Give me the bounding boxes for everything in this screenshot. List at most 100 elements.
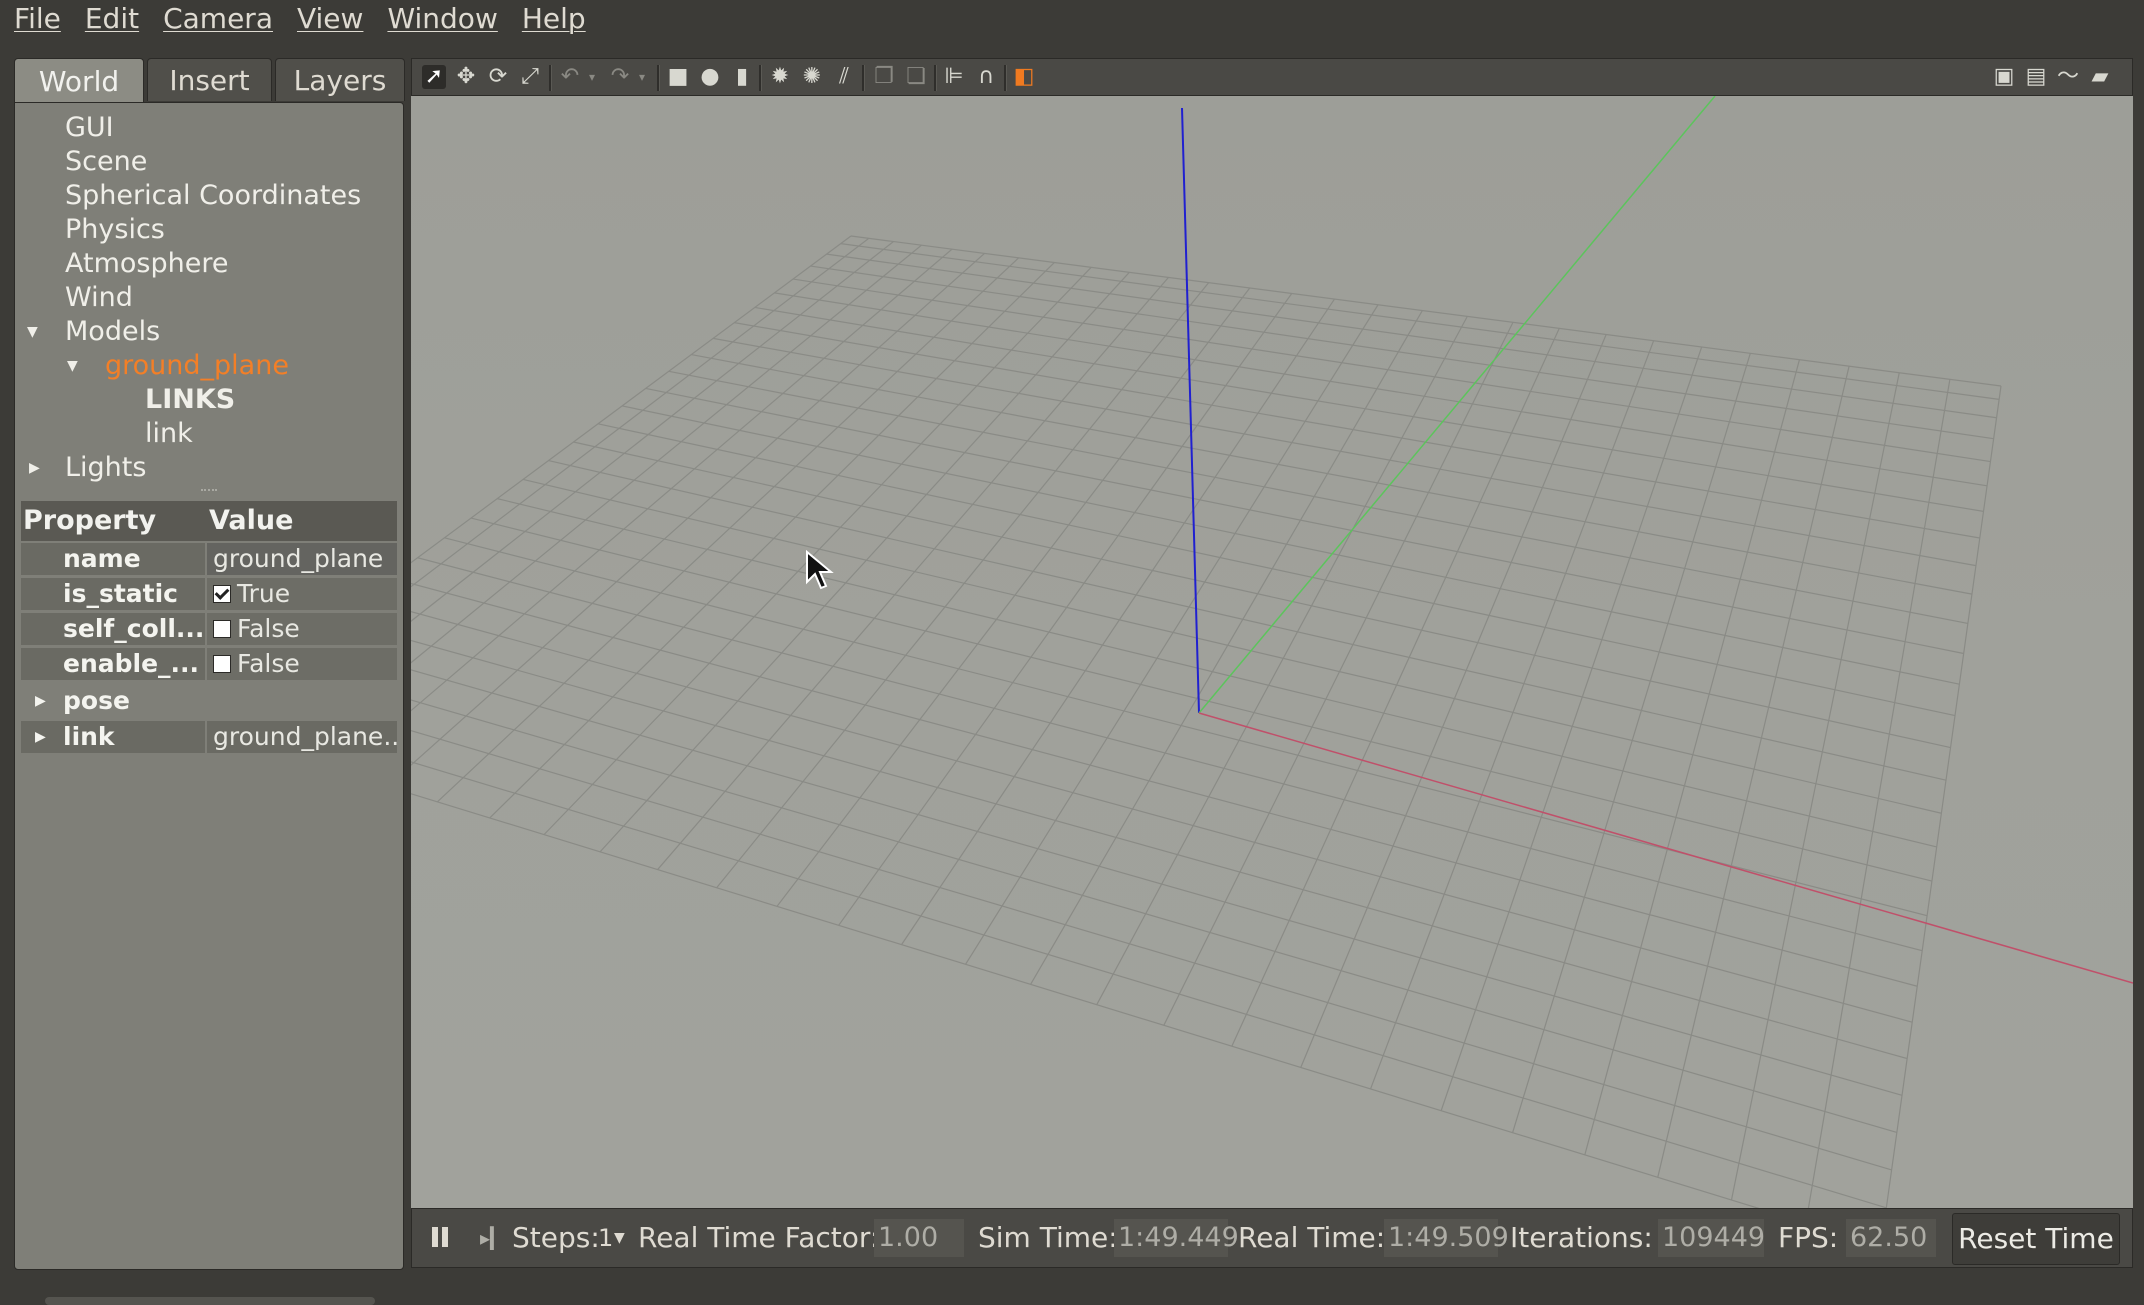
grid-line bbox=[470, 517, 1933, 882]
tree-item-physics[interactable]: Physics bbox=[65, 213, 165, 247]
property-name-text: ground_plane bbox=[213, 544, 384, 573]
point-light-icon[interactable]: ✹ bbox=[768, 65, 792, 89]
grid-line bbox=[1096, 316, 1468, 1005]
grid-line bbox=[411, 252, 985, 766]
rotate-mode-icon[interactable]: ⟳ bbox=[486, 65, 510, 89]
spot-light-icon[interactable]: ✺ bbox=[800, 65, 824, 89]
header-property: Property bbox=[23, 505, 157, 536]
checkbox-checked-icon[interactable] bbox=[213, 585, 231, 603]
tree-item-atmosphere[interactable]: Atmosphere bbox=[65, 247, 228, 281]
tree-item-gui[interactable]: GUI bbox=[65, 111, 114, 145]
plot-icon[interactable]: 〜 bbox=[2056, 65, 2080, 89]
mouse-cursor-icon bbox=[806, 550, 834, 590]
x-axis-line bbox=[1198, 712, 2133, 984]
grid-line bbox=[497, 498, 1937, 848]
grid-line bbox=[774, 292, 1988, 487]
property-row-pose[interactable]: ▶ pose bbox=[21, 685, 397, 717]
real-time-label: Real Time: bbox=[1238, 1221, 1386, 1254]
log-icon[interactable]: ▤ bbox=[2024, 65, 2048, 89]
snap-icon[interactable]: ∩ bbox=[974, 65, 998, 89]
property-enable-wind-label: enable_... bbox=[21, 648, 205, 680]
paste-icon[interactable]: ❏ bbox=[904, 65, 928, 89]
panel-tabs: World Insert Layers bbox=[14, 58, 408, 103]
property-row-enable-wind: enable_... False bbox=[21, 648, 397, 680]
sphere-shape-icon[interactable]: ● bbox=[698, 65, 722, 89]
screenshot-icon[interactable]: ▣ bbox=[1992, 65, 2016, 89]
step-icon[interactable]: ▸▎ bbox=[480, 1209, 505, 1267]
simulation-status-bar: ▸▎ Steps: 1 ▼ Real Time Factor: 1.00 Sim… bbox=[411, 1208, 2133, 1268]
pause-icon[interactable] bbox=[432, 1227, 454, 1251]
tab-world[interactable]: World bbox=[14, 58, 144, 103]
steps-dropdown-icon[interactable]: ▼ bbox=[614, 1209, 625, 1267]
tab-insert[interactable]: Insert bbox=[147, 58, 272, 101]
menu-file[interactable]: File bbox=[4, 0, 71, 38]
tree-item-ground-plane[interactable]: ground_plane bbox=[105, 349, 289, 383]
menu-view[interactable]: View bbox=[287, 0, 373, 38]
property-row-name: name ground_plane bbox=[21, 543, 397, 575]
expand-arrow-models-icon[interactable]: ▼ bbox=[27, 315, 38, 349]
expand-arrow-ground-plane-icon[interactable]: ▼ bbox=[67, 349, 78, 383]
checkbox-unchecked-icon[interactable] bbox=[213, 620, 231, 638]
is-static-text: True bbox=[237, 579, 291, 608]
cylinder-shape-icon[interactable]: ▮ bbox=[730, 65, 754, 89]
select-mode-icon[interactable]: ➚ bbox=[422, 65, 446, 89]
undo-dropdown-icon[interactable]: ▾ bbox=[580, 65, 604, 89]
property-row-link[interactable]: link ▶ ground_plane.. bbox=[21, 721, 397, 753]
grid-line bbox=[599, 271, 1130, 853]
grid-line bbox=[713, 337, 1977, 567]
grid-line bbox=[411, 699, 1898, 1133]
property-link-label[interactable]: link bbox=[21, 721, 205, 753]
property-is-static-value[interactable]: True bbox=[207, 578, 397, 610]
grid-line bbox=[411, 793, 1760, 1208]
tab-layers[interactable]: Layers bbox=[275, 58, 405, 101]
change-view-icon[interactable]: ◧ bbox=[1012, 65, 1036, 89]
property-enable-wind-value[interactable]: False bbox=[207, 648, 397, 680]
grid-line bbox=[1807, 379, 1951, 1208]
grid-line bbox=[645, 387, 1964, 655]
horizontal-scrollbar[interactable] bbox=[45, 1297, 375, 1305]
redo-icon[interactable]: ↷ bbox=[608, 65, 632, 89]
z-axis-line bbox=[1181, 107, 1200, 714]
sim-time-value: 1:49.449 bbox=[1114, 1219, 1239, 1257]
property-row-self-collide: self_coll... False bbox=[21, 613, 397, 645]
y-axis-line bbox=[1198, 96, 1716, 714]
3d-viewport[interactable] bbox=[411, 96, 2133, 1208]
tree-item-wind[interactable]: Wind bbox=[65, 281, 133, 315]
directional-light-icon[interactable]: ⫽ bbox=[832, 65, 856, 89]
sim-time-label: Sim Time: bbox=[978, 1221, 1118, 1254]
copy-icon[interactable]: ❐ bbox=[872, 65, 896, 89]
redo-dropdown-icon[interactable]: ▾ bbox=[630, 65, 654, 89]
splitter-handle[interactable] bbox=[201, 489, 217, 493]
tree-item-link[interactable]: link bbox=[145, 417, 193, 451]
tree-item-models[interactable]: Models bbox=[65, 315, 160, 349]
property-self-collide-value[interactable]: False bbox=[207, 613, 397, 645]
steps-value[interactable]: 1 bbox=[598, 1209, 613, 1267]
box-shape-icon[interactable]: ■ bbox=[666, 65, 690, 89]
video-record-icon[interactable]: ▰ bbox=[2088, 65, 2112, 89]
menu-window[interactable]: Window bbox=[377, 0, 507, 38]
checkbox-unchecked-icon[interactable] bbox=[213, 655, 231, 673]
tree-item-lights[interactable]: Lights bbox=[65, 451, 146, 485]
property-pose-label[interactable]: pose bbox=[21, 685, 205, 717]
align-icon[interactable]: ⊫ bbox=[942, 65, 966, 89]
scale-mode-icon[interactable]: ⤢ bbox=[518, 65, 542, 89]
tree-item-spherical-coordinates[interactable]: Spherical Coordinates bbox=[65, 179, 361, 213]
grid-line bbox=[840, 243, 2000, 400]
expand-arrow-link-icon[interactable]: ▶ bbox=[35, 721, 46, 753]
expand-arrow-lights-icon[interactable]: ▶ bbox=[29, 451, 40, 485]
translate-mode-icon[interactable]: ✥ bbox=[454, 65, 478, 89]
undo-icon[interactable]: ↶ bbox=[558, 65, 582, 89]
real-time-factor-label: Real Time Factor: bbox=[638, 1221, 880, 1254]
grid-line bbox=[522, 478, 1942, 814]
tree-item-scene[interactable]: Scene bbox=[65, 145, 147, 179]
reset-time-button[interactable]: Reset Time bbox=[1952, 1213, 2120, 1265]
menu-edit[interactable]: Edit bbox=[75, 0, 149, 38]
grid-line bbox=[411, 669, 1903, 1096]
render-area: ➚ ✥ ⟳ ⤢ ↶ ▾ ↷ ▾ ■ ● ▮ ✹ ✺ ⫽ ❐ ❏ ⊫ ∩ ◧ ▣ … bbox=[411, 58, 2133, 1270]
property-row-is-static: is_static True bbox=[21, 578, 397, 610]
menu-camera[interactable]: Camera bbox=[153, 0, 283, 38]
menu-help[interactable]: Help bbox=[512, 0, 596, 38]
grid-line bbox=[1440, 346, 1703, 1111]
grid-line bbox=[838, 293, 1293, 926]
property-name-value: ground_plane bbox=[207, 543, 397, 575]
